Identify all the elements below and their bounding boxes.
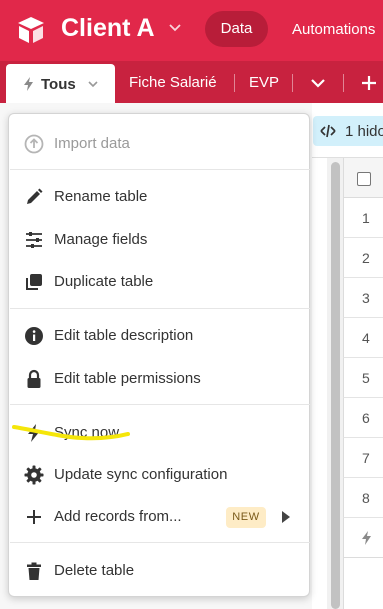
menu-item-add-records-from[interactable]: Add records from... NEW [9, 497, 309, 537]
row-number: 8 [362, 490, 370, 506]
menu-item-label: Edit table permissions [54, 370, 201, 387]
tab-label: Tous [41, 76, 76, 93]
top-header: Client A Data Automations [0, 0, 383, 61]
menu-item-update-sync[interactable]: Update sync configuration [9, 455, 309, 495]
tab-separator [292, 74, 293, 92]
tab-separator [234, 74, 235, 92]
table-row[interactable]: 6 [343, 398, 383, 438]
row-number: 7 [362, 450, 370, 466]
table-row[interactable]: 1 [343, 198, 383, 238]
bolt-icon [24, 77, 33, 91]
nav-automations[interactable]: Automations [292, 21, 375, 38]
menu-item-label: Add records from... [54, 508, 182, 525]
menu-item-label: Edit table description [54, 327, 194, 344]
plus-icon [27, 510, 41, 524]
trash-icon [27, 562, 41, 580]
hidden-fields-label: 1 hido [345, 123, 383, 140]
menu-item-manage-fields[interactable]: Manage fields [9, 220, 309, 260]
row-number: 4 [362, 330, 370, 346]
scrollbar-thumb[interactable] [331, 162, 340, 609]
new-badge: NEW [226, 507, 266, 528]
nav-data[interactable]: Data [205, 11, 268, 47]
row-number: 2 [362, 250, 370, 266]
menu-item-label: Delete table [54, 562, 135, 579]
table-tab-bar: Tous Fiche Salarié EVP [0, 61, 383, 104]
row-number: 1 [362, 210, 370, 226]
menu-item-delete-table[interactable]: Delete table [9, 551, 309, 591]
import-icon [24, 134, 44, 154]
caret-right-icon [282, 511, 290, 523]
table-row[interactable]: 4 [343, 318, 383, 358]
cube-logo-icon[interactable] [16, 16, 46, 44]
row-number: 3 [362, 290, 370, 306]
table-row[interactable]: 8 [343, 478, 383, 518]
menu-item-duplicate-table[interactable]: Duplicate table [9, 262, 309, 302]
row-number: 6 [362, 410, 370, 426]
sliders-icon [26, 232, 42, 248]
menu-divider [10, 404, 310, 405]
menu-item-label: Duplicate table [54, 273, 154, 290]
menu-divider [10, 542, 310, 543]
menu-divider [10, 308, 310, 309]
menu-item-edit-description[interactable]: Edit table description [9, 316, 309, 356]
row-number: 5 [362, 370, 370, 386]
menu-item-rename-table[interactable]: Rename table [9, 177, 309, 217]
table-row[interactable]: 2 [343, 238, 383, 278]
gear-icon [24, 465, 44, 485]
menu-item-label: Update sync configuration [54, 466, 228, 483]
base-title[interactable]: Client A [61, 14, 155, 43]
pencil-icon [27, 188, 43, 204]
menu-item-label: Rename table [54, 188, 148, 205]
table-row[interactable]: 5 [343, 358, 383, 398]
grid-footer[interactable] [343, 518, 383, 558]
select-all-checkbox[interactable] [357, 172, 371, 186]
tab-fiche-salarie[interactable]: Fiche Salarié [129, 74, 217, 91]
chevron-down-icon[interactable] [167, 20, 183, 36]
bolt-icon [362, 531, 371, 545]
tab-separator [343, 74, 344, 92]
menu-item-edit-permissions[interactable]: Edit table permissions [9, 359, 309, 399]
table-context-menu: Import data Rename table Manage fields D… [8, 113, 310, 597]
chevron-down-icon[interactable] [307, 73, 329, 93]
menu-item-import-data[interactable]: Import data [9, 124, 309, 164]
tab-evp[interactable]: EVP [249, 74, 279, 91]
eye-slash-icon [320, 124, 336, 138]
info-icon [25, 327, 43, 345]
lock-icon [27, 369, 41, 388]
plus-icon[interactable] [359, 73, 379, 93]
table-row[interactable]: 7 [343, 438, 383, 478]
tab-tous[interactable]: Tous [6, 64, 115, 104]
table-row[interactable]: 3 [343, 278, 383, 318]
menu-item-label: Manage fields [54, 231, 148, 248]
chevron-down-icon[interactable] [87, 78, 99, 90]
highlighter-mark [12, 425, 130, 441]
duplicate-icon [26, 274, 42, 290]
menu-item-label: Import data [54, 135, 130, 152]
hidden-fields-button[interactable]: 1 hido [313, 116, 383, 146]
menu-divider [10, 169, 310, 170]
